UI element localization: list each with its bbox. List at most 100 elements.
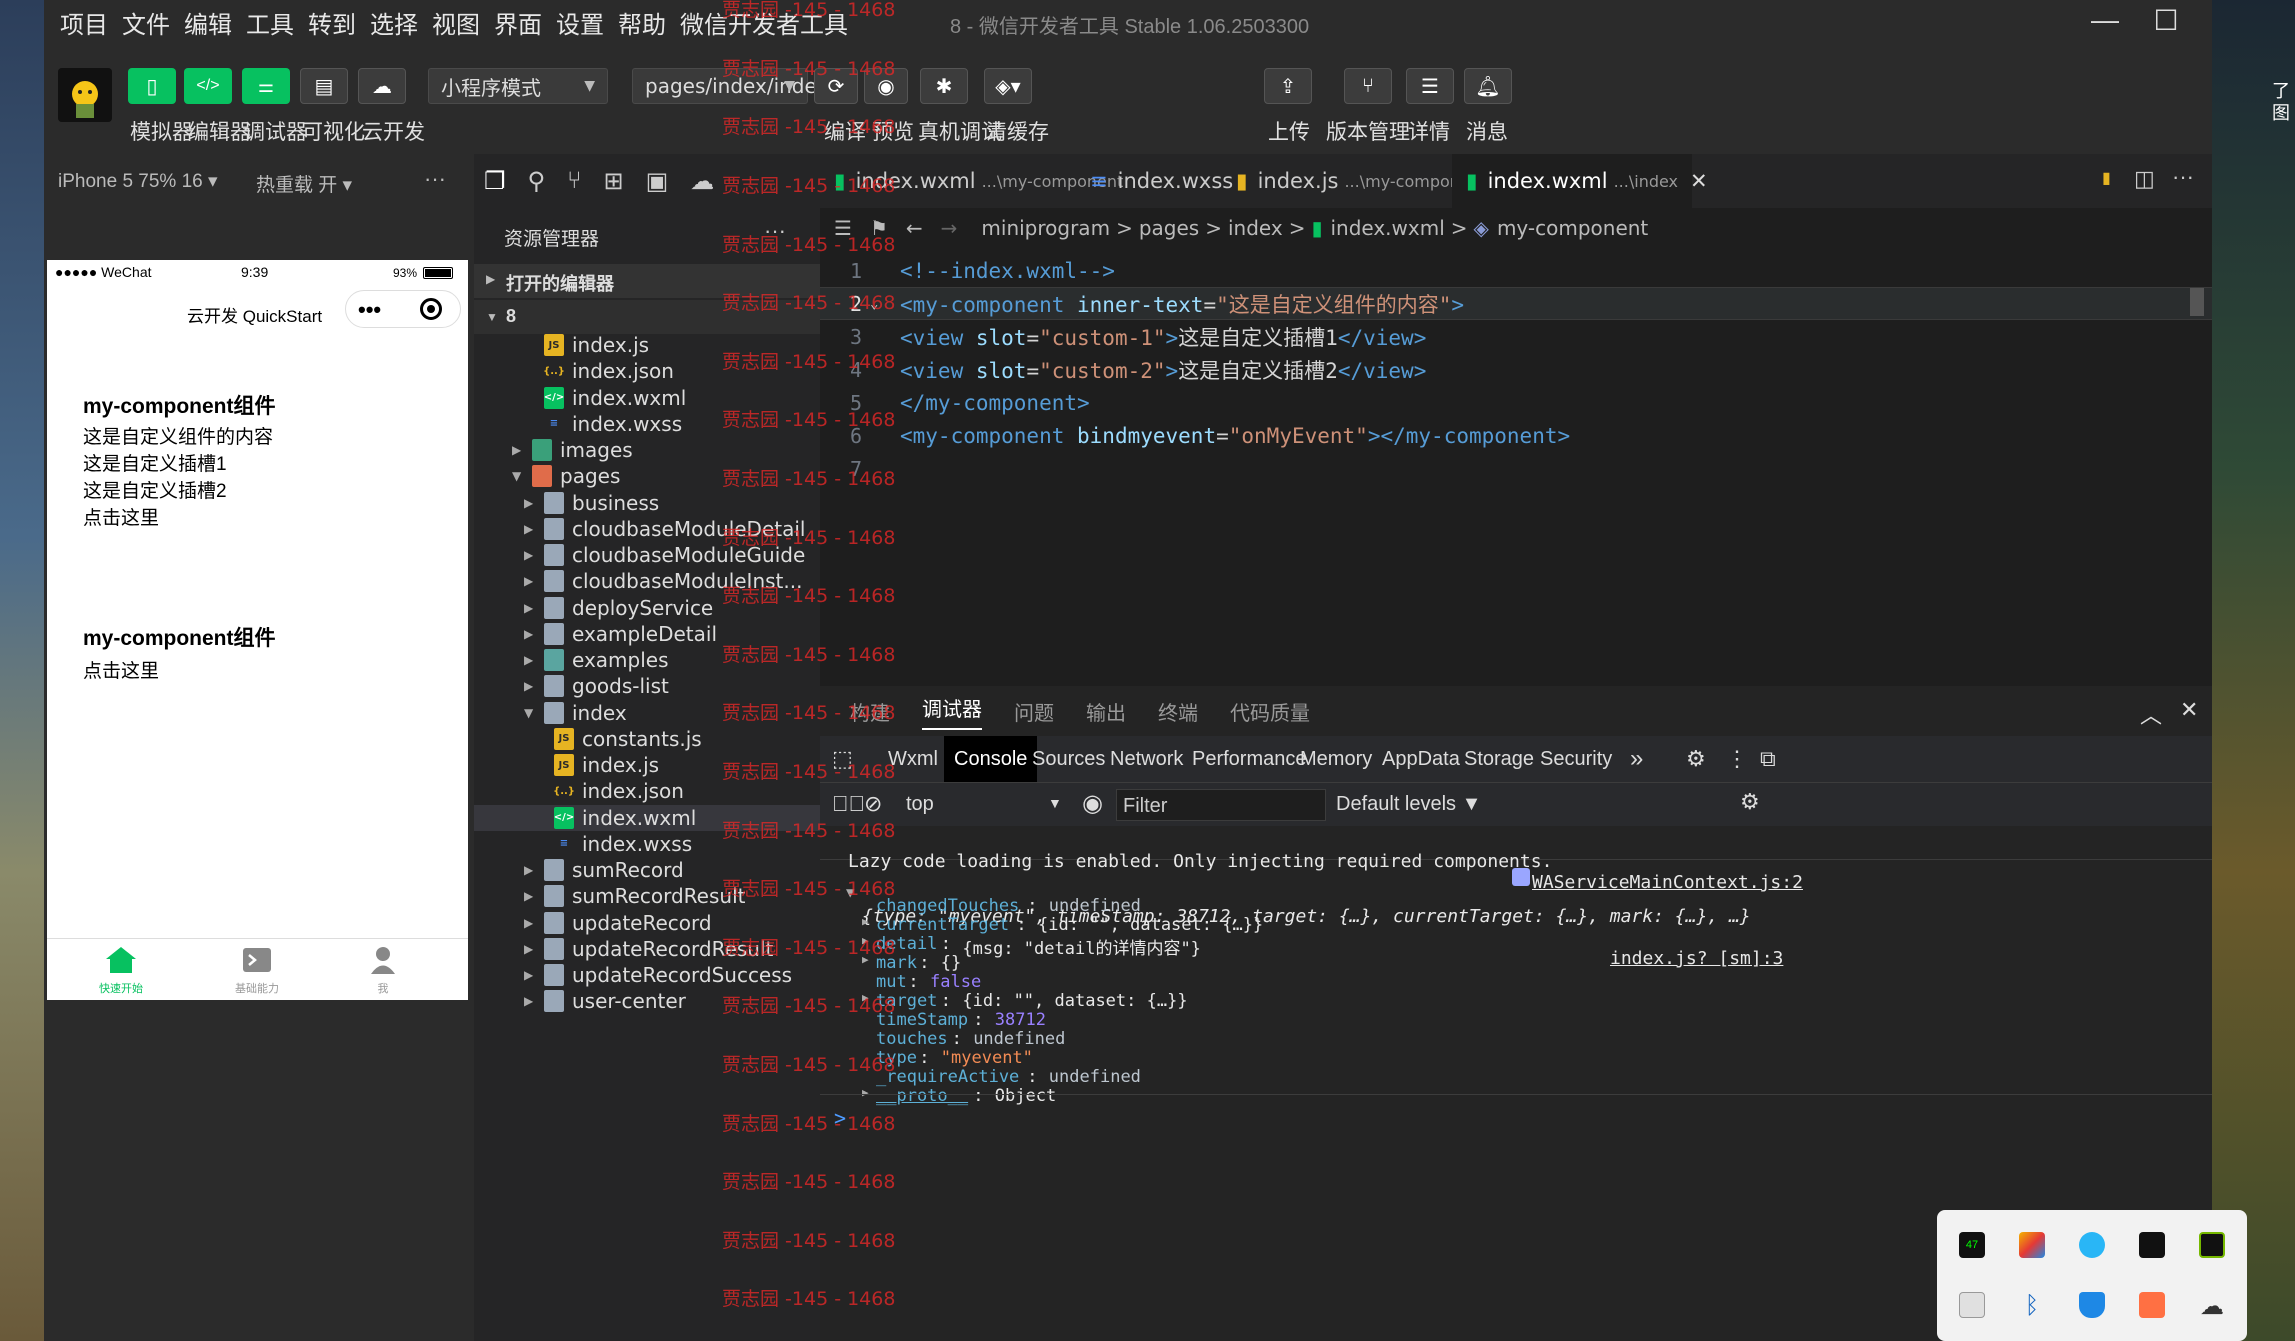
chevron-right-icon[interactable]: ▶ bbox=[524, 601, 533, 615]
list-icon[interactable]: ☰ bbox=[834, 216, 852, 240]
chevron-right-icon[interactable]: ▶ bbox=[524, 994, 533, 1008]
cloud-button[interactable]: ☁ bbox=[358, 68, 406, 104]
chevron-right-icon[interactable]: ▶ bbox=[524, 522, 533, 536]
crumb-file[interactable]: index.wxml bbox=[1330, 216, 1444, 240]
tree-folder[interactable]: ▼ index bbox=[474, 700, 820, 726]
simulator-more-button[interactable]: ··· bbox=[424, 166, 446, 192]
menu-item[interactable]: 帮助 bbox=[618, 5, 666, 40]
editor-toggle-button[interactable]: </> bbox=[184, 68, 232, 104]
chevron-down-icon[interactable]: ▼ bbox=[512, 469, 521, 483]
capsule-more-icon[interactable]: ••• bbox=[358, 297, 381, 323]
content-line[interactable]: 点击这里 bbox=[83, 505, 273, 532]
real-debug-button[interactable]: ✱ bbox=[920, 68, 968, 104]
content-line[interactable]: 点击这里 bbox=[83, 658, 159, 685]
chevron-right-icon[interactable]: ▶ bbox=[524, 548, 533, 562]
expand-right-icon[interactable]: ▶ bbox=[862, 915, 869, 928]
crumb-pages[interactable]: pages bbox=[1139, 216, 1199, 240]
chevron-right-icon[interactable]: ▶ bbox=[524, 496, 533, 510]
js-file-icon[interactable]: ▮ bbox=[2102, 168, 2111, 188]
tree-folder[interactable]: ▶ images bbox=[474, 437, 820, 463]
tree-folder[interactable]: ▶ cloudbaseModuleInst... bbox=[474, 568, 820, 594]
tree-folder[interactable]: ▶ updateRecordResult bbox=[474, 936, 820, 962]
expand-right-icon[interactable]: ▶ bbox=[862, 934, 869, 947]
menu-item[interactable]: 工具 bbox=[246, 5, 294, 40]
tree-folder[interactable]: ▶ sumRecord bbox=[474, 857, 820, 883]
sidebar-toggle-icon[interactable]: ▶⃞ bbox=[832, 791, 865, 817]
menu-item[interactable]: 界面 bbox=[494, 5, 542, 40]
warning-tray-icon[interactable] bbox=[2139, 1292, 2165, 1318]
chevron-right-icon[interactable]: ▶ bbox=[524, 679, 533, 693]
tree-folder[interactable]: ▶ business bbox=[474, 490, 820, 516]
menu-item[interactable]: 视图 bbox=[432, 5, 480, 40]
split-editor-icon[interactable]: ◫ bbox=[2134, 166, 2155, 192]
console-property[interactable]: ▶ __proto__: Object bbox=[820, 1086, 2212, 1106]
eye-icon[interactable]: ◉ bbox=[1082, 789, 1103, 818]
console-property[interactable]: ▶ target: {id: "", dataset: {…}} bbox=[820, 991, 2212, 1011]
code-line[interactable]: 3 <view slot="custom-1">这是自定义插槽1</view> bbox=[820, 320, 2212, 353]
devtools-tab-console[interactable]: Console bbox=[944, 736, 1038, 782]
version-button[interactable]: ⑂ bbox=[1344, 68, 1392, 104]
tree-file[interactable]: JS index.js bbox=[474, 752, 820, 778]
chevron-right-icon[interactable]: ▶ bbox=[524, 942, 533, 956]
tab-index-wxml-active[interactable]: ▮ index.wxml ...\index ✕ bbox=[1452, 154, 1708, 208]
simulator-toggle-button[interactable]: ▯ bbox=[128, 68, 176, 104]
code-area[interactable]: 1 <!--index.wxml--> 2 ⌄ <my-component inner-… bbox=[820, 248, 2212, 686]
details-button[interactable]: ☰ bbox=[1406, 68, 1454, 104]
console-property[interactable]: ▶ detail: {msg: "detail的详情内容"} bbox=[820, 934, 2212, 959]
menu-item[interactable]: 微信开发者工具 bbox=[680, 5, 848, 40]
tab-problems[interactable]: 问题 bbox=[1014, 697, 1054, 726]
menu-item[interactable]: 编辑 bbox=[184, 5, 232, 40]
bluetooth-tray-icon[interactable]: ᛒ bbox=[2019, 1292, 2045, 1319]
expand-right-icon[interactable]: ▶ bbox=[862, 953, 869, 966]
chevron-down-icon[interactable]: ▼ bbox=[524, 706, 533, 720]
messages-button[interactable]: 🔔︎ bbox=[1464, 68, 1512, 104]
debugger-toggle-button[interactable]: ⚌ bbox=[242, 68, 290, 104]
search-icon[interactable]: ⚲ bbox=[528, 167, 546, 196]
visual-toggle-button[interactable]: ▤ bbox=[300, 68, 348, 104]
tree-folder[interactable]: ▶ examples bbox=[474, 647, 820, 673]
settings-gear-icon[interactable]: ⚙ bbox=[1686, 736, 1706, 782]
tab-more-button[interactable]: ··· bbox=[2172, 164, 2194, 190]
device-select[interactable]: iPhone 5 75% 16 ▾ bbox=[58, 170, 218, 193]
tree-folder[interactable]: ▶ updateRecordSuccess bbox=[474, 962, 820, 988]
upload-button[interactable]: ⇪ bbox=[1264, 68, 1312, 104]
edge-tray-icon[interactable] bbox=[2079, 1232, 2105, 1258]
tab-basic[interactable]: 基础能力 bbox=[227, 945, 287, 996]
crumb-index[interactable]: index bbox=[1228, 216, 1283, 240]
menu-item[interactable]: 设置 bbox=[556, 5, 604, 40]
usb-tray-icon[interactable] bbox=[1959, 1292, 1985, 1318]
chevron-right-icon[interactable]: ▶ bbox=[524, 889, 533, 903]
tab-terminal[interactable]: 终端 bbox=[1158, 697, 1198, 726]
clear-console-icon[interactable]: ⊘ bbox=[864, 791, 882, 817]
onedrive-tray-icon[interactable]: ☁ bbox=[2199, 1292, 2225, 1320]
code-line[interactable]: 6 <my-component bindmyevent="onMyEvent"><… bbox=[820, 419, 2212, 452]
devtools-tab-security[interactable]: Security bbox=[1540, 736, 1612, 782]
code-line[interactable]: 7 bbox=[820, 452, 2212, 485]
tree-file[interactable]: </> index.wxml bbox=[474, 385, 820, 411]
tree-folder[interactable]: ▶ goods-list bbox=[474, 673, 820, 699]
chevron-right-icon[interactable]: ▶ bbox=[524, 968, 533, 982]
tab-output[interactable]: 输出 bbox=[1086, 697, 1126, 726]
source-control-icon[interactable]: ⑂ bbox=[567, 167, 581, 195]
undock-icon[interactable]: ⧉ bbox=[1760, 736, 1776, 782]
code-line[interactable]: 5 </my-component> bbox=[820, 386, 2212, 419]
tree-folder[interactable]: ▶ cloudbaseModuleDetail bbox=[474, 516, 820, 542]
tab-me[interactable]: 我 bbox=[353, 945, 413, 996]
hot-reload-toggle[interactable]: 热重载 开 ▾ bbox=[256, 170, 352, 197]
log-levels-select[interactable]: Default levels ▼ bbox=[1336, 793, 1481, 816]
maximize-button[interactable]: ☐ bbox=[2136, 4, 2196, 40]
devtools-more-tabs[interactable]: » bbox=[1630, 736, 1643, 782]
tab-component-js[interactable]: ▮ index.js ...\my-component bbox=[1222, 154, 1486, 208]
code-line[interactable]: 2 ⌄ <my-component inner-text="这是自定义组件的内容"> bbox=[820, 287, 2212, 320]
chevron-right-icon[interactable]: ▶ bbox=[524, 653, 533, 667]
tree-file[interactable]: ≡ index.wxss bbox=[474, 411, 820, 437]
forward-icon[interactable]: → bbox=[941, 216, 958, 240]
expand-right-icon[interactable]: ▶ bbox=[862, 1086, 869, 1099]
tab-wxss[interactable]: ≡ index.wxss bbox=[1076, 154, 1233, 208]
tree-file[interactable]: {..} index.json bbox=[474, 778, 820, 804]
nvidia-tray-icon[interactable] bbox=[2199, 1232, 2225, 1258]
chevron-right-icon[interactable]: ▶ bbox=[524, 627, 533, 641]
mode-select[interactable]: 小程序模式 ▼ bbox=[428, 68, 608, 104]
tree-folder[interactable]: ▶ deployService bbox=[474, 595, 820, 621]
minimize-button[interactable]: — bbox=[2075, 4, 2135, 40]
